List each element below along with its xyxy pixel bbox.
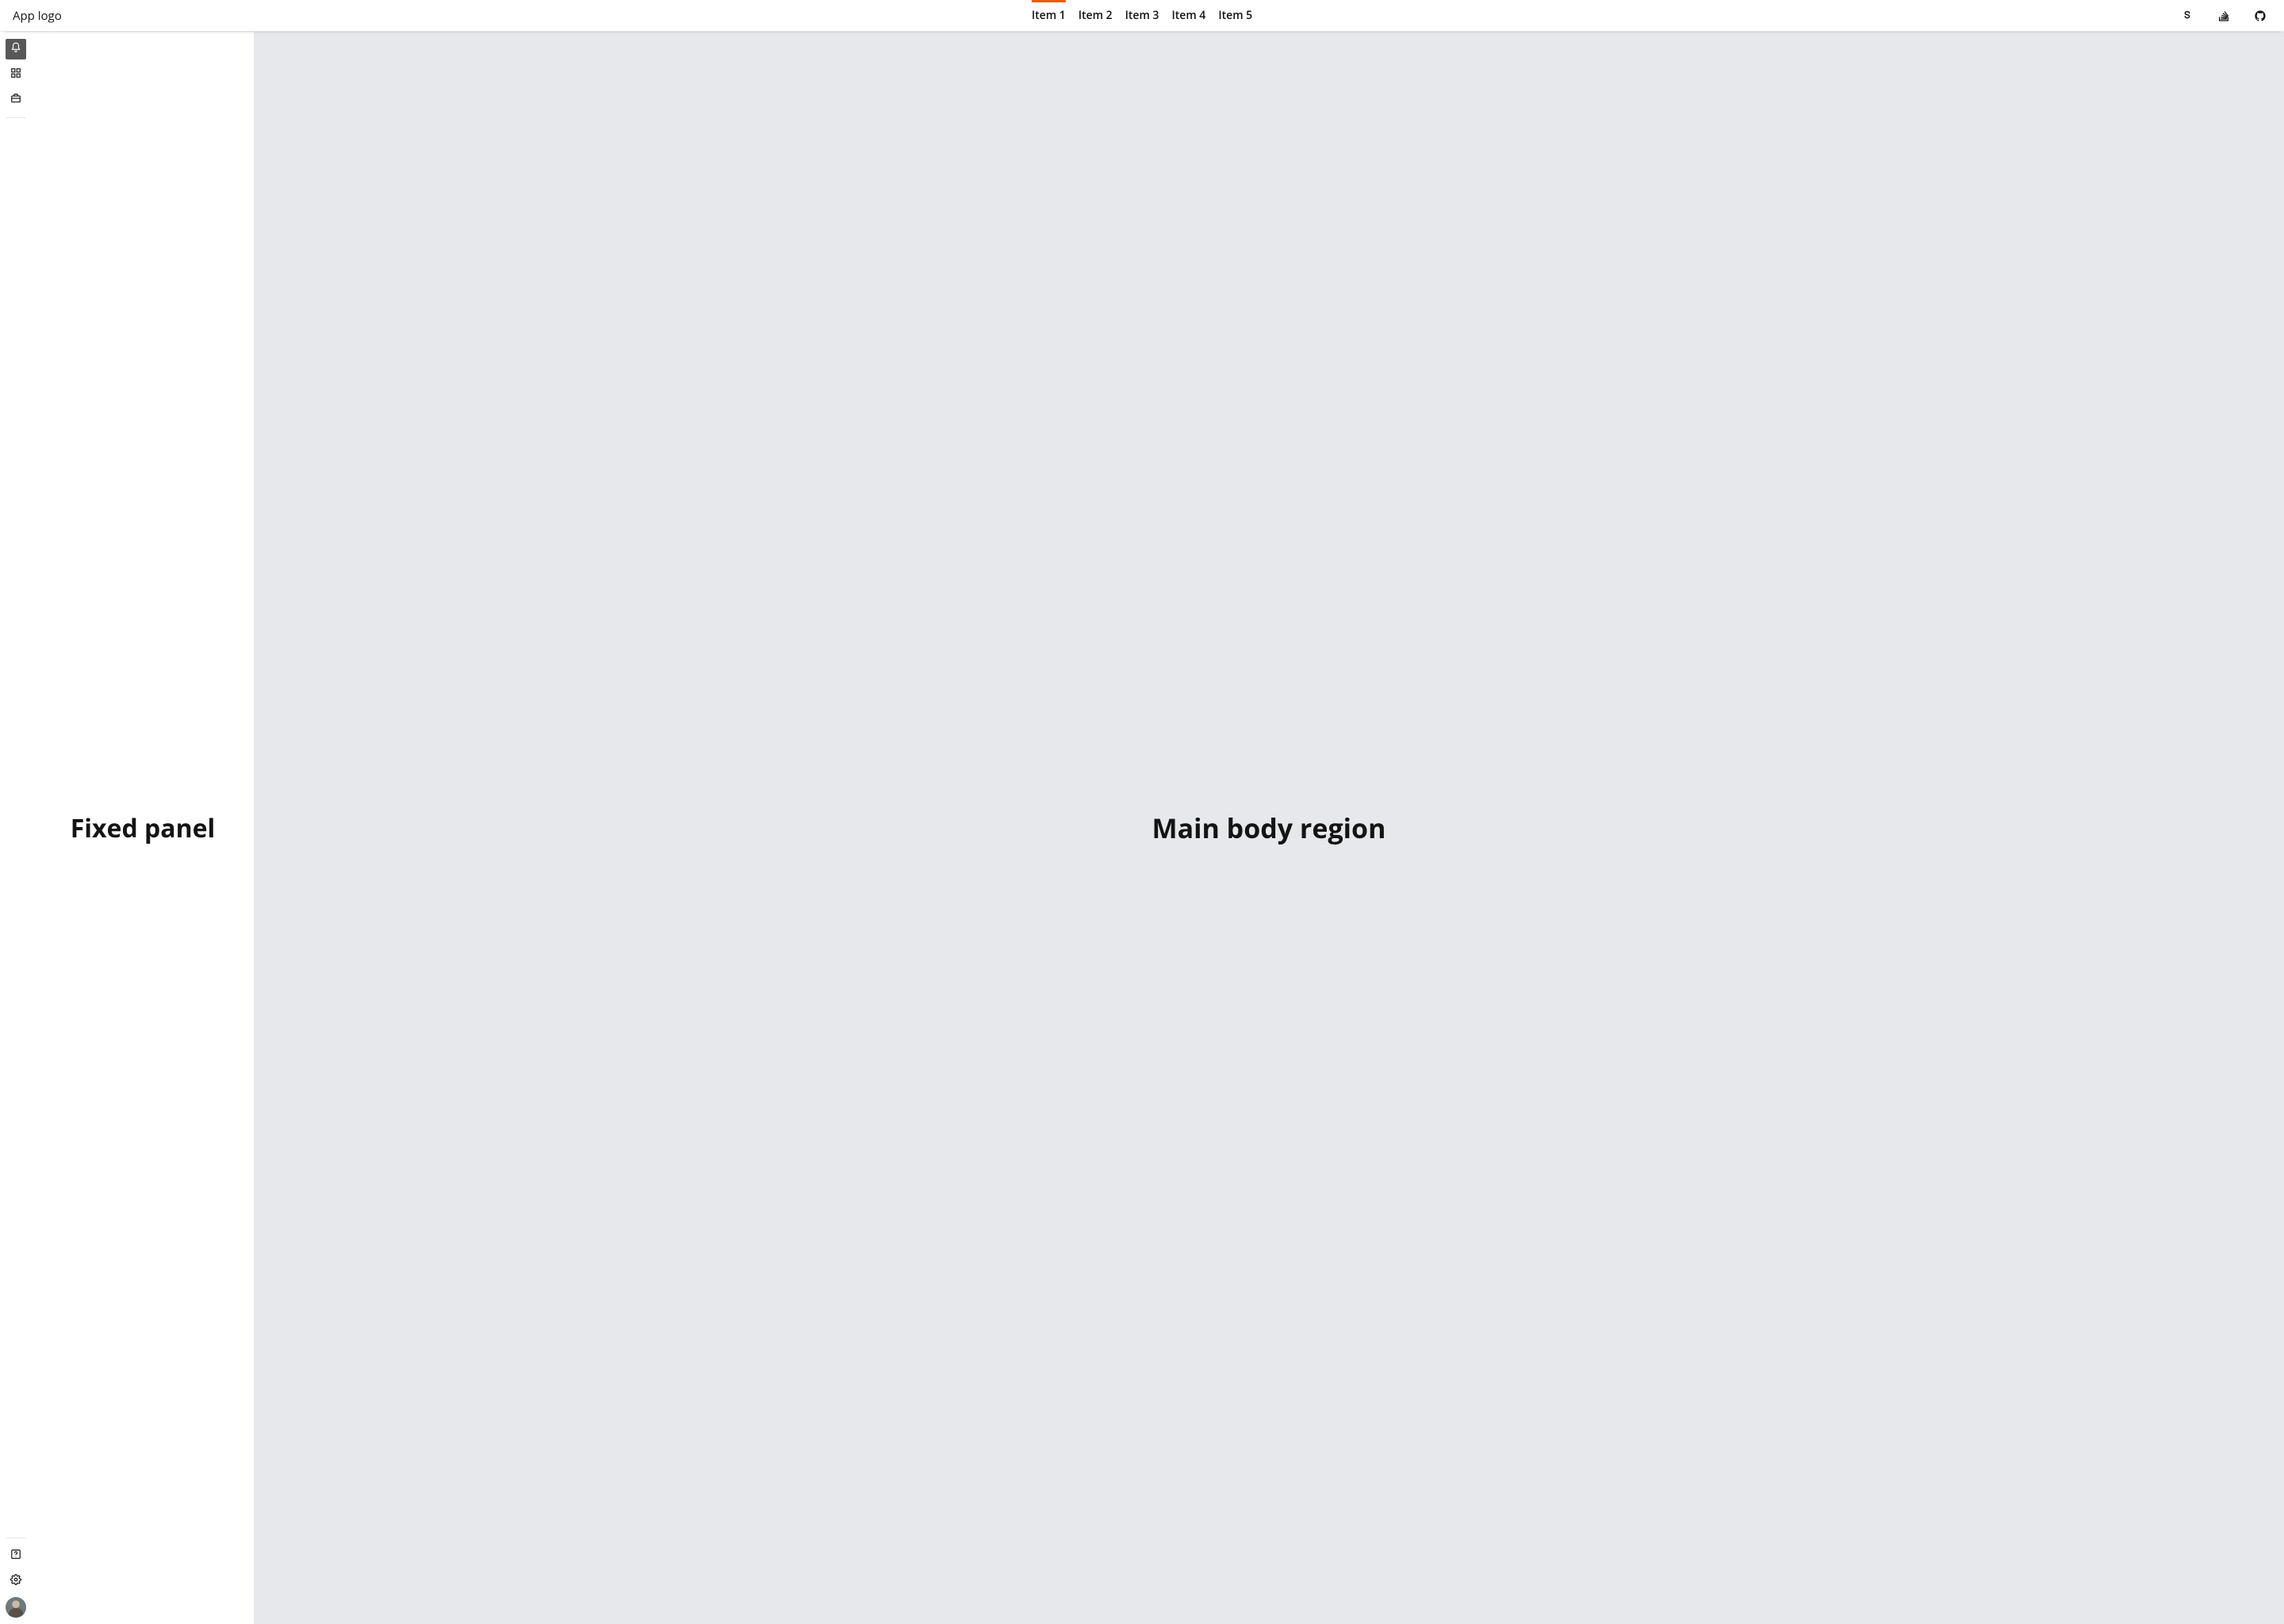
- main-region: Main body region: [254, 32, 2284, 1624]
- nav-item-3[interactable]: Item 3: [1125, 0, 1159, 31]
- layout: Fixed panel Main body region: [0, 32, 2284, 1624]
- nav-item-4[interactable]: Item 4: [1171, 0, 1205, 31]
- main-region-title: Main body region: [1152, 810, 1386, 846]
- fixed-panel: Fixed panel: [32, 32, 254, 1624]
- nav-item-1[interactable]: Item 1: [1032, 0, 1066, 31]
- nav-item-2[interactable]: Item 2: [1079, 0, 1113, 31]
- grid-icon: [10, 67, 21, 82]
- rail-item-settings[interactable]: [6, 1571, 26, 1591]
- fixed-panel-title: Fixed panel: [71, 811, 216, 845]
- header: App logo Item 1 Item 2 Item 3 Item 4 Ite…: [0, 0, 2284, 32]
- rail-item-apps[interactable]: [6, 64, 26, 85]
- github-icon[interactable]: [2249, 5, 2271, 27]
- header-nav: Item 1 Item 2 Item 3 Item 4 Item 5: [1032, 0, 1252, 31]
- rail-divider-top: [6, 117, 25, 118]
- rail-item-notifications[interactable]: [6, 39, 26, 59]
- app-logo[interactable]: App logo: [13, 8, 62, 24]
- briefcase-icon: [10, 93, 21, 108]
- rail-item-help[interactable]: [6, 1545, 26, 1566]
- bell-icon: [10, 42, 21, 57]
- user-avatar[interactable]: [6, 1597, 26, 1618]
- help-icon: [10, 1549, 21, 1564]
- header-end: [2176, 5, 2271, 27]
- nav-item-5[interactable]: Item 5: [1218, 0, 1252, 31]
- s-logo-icon[interactable]: [2176, 5, 2198, 27]
- rail-item-work[interactable]: [6, 90, 26, 110]
- gear-icon: [10, 1574, 21, 1589]
- stackoverflow-icon[interactable]: [2213, 5, 2235, 27]
- sidebar-rail: [0, 32, 32, 1624]
